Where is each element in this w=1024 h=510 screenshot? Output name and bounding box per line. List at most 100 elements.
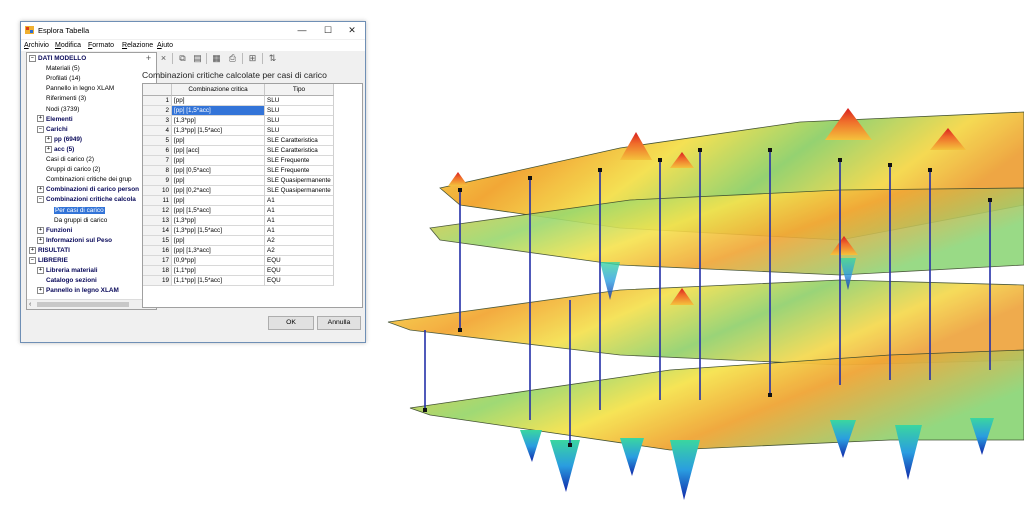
table-row[interactable]: 6 [pp] [acc] SLE Caratteristica — [143, 146, 334, 156]
combination-cell[interactable]: [1,3*pp] — [172, 216, 265, 226]
maximize-button[interactable]: ☐ — [317, 24, 339, 37]
tree-horizontal-scrollbar[interactable]: ‹ › — [27, 299, 156, 309]
combination-cell[interactable]: [pp] [1,5*acc] — [172, 106, 265, 116]
tree-item[interactable]: Materiali (5) — [37, 64, 80, 74]
combination-cell[interactable]: [pp] — [172, 96, 265, 106]
tree-item[interactable]: + pp (6949) — [45, 135, 82, 145]
type-cell[interactable]: EQU — [265, 256, 334, 266]
combination-cell[interactable]: [pp] — [172, 196, 265, 206]
table-row[interactable]: 8 [pp] [0,5*acc] SLE Frequente — [143, 166, 334, 176]
type-cell[interactable]: SLU — [265, 116, 334, 126]
menu-formato[interactable]: Formato — [88, 42, 114, 49]
tree-item[interactable]: Riferimenti (3) — [37, 94, 86, 104]
table-row[interactable]: 16 [pp] [1,3*acc] A2 — [143, 246, 334, 256]
minimize-button[interactable]: — — [291, 24, 313, 37]
tree-item[interactable]: Pannello in legno XLAM — [37, 84, 114, 94]
collapse-icon[interactable]: − — [37, 125, 44, 133]
collapse-icon[interactable]: − — [29, 54, 36, 62]
tree-item[interactable]: + acc (5) — [45, 145, 74, 155]
combination-cell[interactable]: [pp] — [172, 176, 265, 186]
tree-item[interactable]: Catalogo sezioni — [37, 276, 97, 286]
combination-cell[interactable]: [pp] [acc] — [172, 146, 265, 156]
combination-cell[interactable]: [pp] — [172, 136, 265, 146]
combination-cell[interactable]: [pp] [0,2*acc] — [172, 186, 265, 196]
table-row[interactable]: 7 [pp] SLE Frequente — [143, 156, 334, 166]
type-cell[interactable]: SLU — [265, 126, 334, 136]
menu-aiuto[interactable]: Aiuto — [157, 42, 173, 49]
type-cell[interactable]: SLE Frequente — [265, 166, 334, 176]
expand-icon[interactable]: + — [37, 236, 44, 244]
delete-icon[interactable]: × — [157, 52, 170, 65]
add-icon[interactable]: + — [142, 52, 155, 65]
collapse-icon[interactable]: − — [29, 256, 36, 264]
tree-item[interactable]: + Elementi — [37, 115, 73, 125]
tree-item[interactable]: Casi di carico (2) — [37, 155, 94, 165]
paste-icon[interactable]: ▤ — [191, 52, 204, 65]
column-header-tipo[interactable]: Tipo — [265, 84, 334, 96]
tree-item[interactable]: Profilati (14) — [37, 74, 80, 84]
zoom-fit-icon[interactable]: ⊞ — [246, 52, 259, 65]
expand-icon[interactable]: + — [29, 246, 36, 254]
combination-cell[interactable]: [pp] [1,5*acc] — [172, 206, 265, 216]
table-row[interactable]: 5 [pp] SLE Caratteristica — [143, 136, 334, 146]
expand-icon[interactable]: + — [45, 135, 52, 143]
scroll-left-icon[interactable]: ‹ — [29, 300, 31, 309]
combinations-table[interactable]: Combinazione critica Tipo 1 [pp] SLU 2 [pp] … — [142, 83, 363, 308]
column-header-combinazione[interactable]: Combinazione critica — [172, 84, 265, 96]
tree-item[interactable]: Combinazioni critiche dei grup — [37, 175, 132, 185]
table-row[interactable]: 17 [0,9*pp] EQU — [143, 256, 334, 266]
type-cell[interactable]: SLE Quasipermanente — [265, 186, 334, 196]
combination-cell[interactable]: [1,1*pp] [1,5*acc] — [172, 276, 265, 286]
tree-item[interactable]: − Combinazioni critiche calcola — [37, 195, 136, 205]
type-cell[interactable]: EQU — [265, 276, 334, 286]
expand-icon[interactable]: + — [37, 115, 44, 123]
tree-item[interactable]: − Carichi — [37, 125, 68, 135]
tree-item[interactable]: Gruppi di carico (2) — [37, 165, 100, 175]
tree-item[interactable]: Per casi di carico — [45, 206, 105, 216]
tree-item[interactable]: + RISULTATI — [29, 246, 70, 256]
type-cell[interactable]: A1 — [265, 226, 334, 236]
expand-icon[interactable]: + — [45, 145, 52, 153]
menu-archivio[interactable]: Archivio — [24, 42, 49, 49]
combination-cell[interactable]: [1,3*pp] [1,5*acc] — [172, 126, 265, 136]
cancel-button[interactable]: Annulla — [317, 316, 361, 330]
tree-item[interactable]: + Funzioni — [37, 226, 72, 236]
print-icon[interactable]: ⎙ — [226, 52, 239, 65]
table-row[interactable]: 4 [1,3*pp] [1,5*acc] SLU — [143, 126, 334, 136]
tree-item[interactable]: − LIBRERIE — [29, 256, 68, 266]
tree-item[interactable]: − DATI MODELLO — [29, 54, 86, 64]
type-cell[interactable]: SLE Frequente — [265, 156, 334, 166]
table-row[interactable]: 18 [1,1*pp] EQU — [143, 266, 334, 276]
combination-cell[interactable]: [1,3*pp] — [172, 116, 265, 126]
copy-icon[interactable]: ⧉ — [176, 52, 189, 65]
type-cell[interactable]: A1 — [265, 216, 334, 226]
type-cell[interactable]: SLU — [265, 96, 334, 106]
table-row[interactable]: 3 [1,3*pp] SLU — [143, 116, 334, 126]
combination-cell[interactable]: [pp] [0,5*acc] — [172, 166, 265, 176]
tree-item[interactable]: + Combinazioni di carico person — [37, 185, 139, 195]
type-cell[interactable]: EQU — [265, 266, 334, 276]
table-row[interactable]: 11 [pp] A1 — [143, 196, 334, 206]
combination-cell[interactable]: [pp] [1,3*acc] — [172, 246, 265, 256]
title-bar[interactable]: Esplora Tabella — ☐ ✕ — [21, 22, 365, 39]
menu-modifica[interactable]: Modifica — [55, 42, 81, 49]
table-row[interactable]: 13 [1,3*pp] A1 — [143, 216, 334, 226]
type-cell[interactable]: A2 — [265, 246, 334, 256]
export-icon[interactable]: ⇅ — [266, 52, 279, 65]
table-row[interactable]: 1 [pp] SLU — [143, 96, 334, 106]
type-cell[interactable]: A2 — [265, 236, 334, 246]
table-row[interactable]: 10 [pp] [0,2*acc] SLE Quasipermanente — [143, 186, 334, 196]
scroll-thumb[interactable] — [37, 302, 129, 307]
navigation-tree[interactable]: + Pannello in legno XLAM Catalogo sezioni +… — [26, 52, 157, 310]
table-row[interactable]: 12 [pp] [1,5*acc] A1 — [143, 206, 334, 216]
expand-icon[interactable]: + — [37, 186, 44, 194]
combination-cell[interactable]: [1,3*pp] [1,5*acc] — [172, 226, 265, 236]
columns-icon[interactable]: ▦ — [210, 52, 223, 65]
combination-cell[interactable]: [0,9*pp] — [172, 256, 265, 266]
tree-item[interactable]: + Pannello in legno XLAM — [37, 286, 119, 296]
combination-cell[interactable]: [1,1*pp] — [172, 266, 265, 276]
expand-icon[interactable]: + — [37, 287, 44, 295]
menu-relazione[interactable]: Relazione — [122, 42, 153, 49]
table-row[interactable]: 19 [1,1*pp] [1,5*acc] EQU — [143, 276, 334, 286]
expand-icon[interactable]: + — [37, 226, 44, 234]
